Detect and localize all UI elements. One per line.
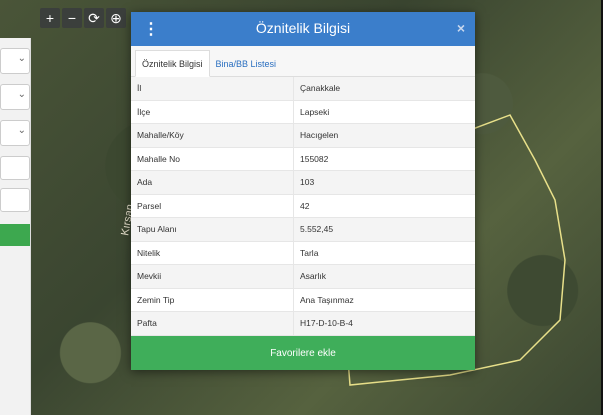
modal-tabs: Öznitelik Bilgisi Bina/BB Listesi	[131, 46, 475, 77]
province-select[interactable]: ⌄	[0, 48, 30, 74]
attribute-key: İl	[131, 77, 294, 101]
parcel-input[interactable]	[0, 188, 30, 212]
chevron-down-icon: ⌄	[17, 89, 26, 100]
close-icon[interactable]: ×	[457, 20, 465, 36]
table-row: Tapu Alanı 5.552,45	[131, 217, 475, 242]
tab-building-list[interactable]: Bina/BB Listesi	[210, 51, 283, 76]
attribute-value: 155082	[293, 147, 475, 171]
attribute-key: Mevkii	[131, 264, 294, 289]
attribute-value: 103	[293, 170, 475, 195]
chevron-down-icon: ⌄	[17, 125, 26, 136]
table-row: Mevkii Asarlık	[131, 264, 475, 289]
attribute-value: Çanakkale	[293, 77, 475, 101]
attribute-key: Zemin Tip	[131, 288, 294, 312]
tab-attributes[interactable]: Öznitelik Bilgisi	[135, 50, 210, 77]
district-select[interactable]: ⌄	[0, 84, 30, 110]
table-row: Mahalle/Köy Hacıgelen	[131, 123, 475, 148]
attribute-value: Ana Taşınmaz	[293, 288, 475, 312]
table-row: İl Çanakkale	[131, 77, 475, 101]
search-button[interactable]	[0, 224, 30, 246]
table-row: Pafta H17-D-10-B-4	[131, 311, 475, 336]
modal-header: ⋮ Öznitelik Bilgisi ×	[131, 12, 475, 46]
attribute-modal: ⋮ Öznitelik Bilgisi × Öznitelik Bilgisi …	[131, 12, 475, 370]
attribute-key: Mahalle/Köy	[131, 123, 294, 148]
table-row: Nitelik Tarla	[131, 241, 475, 265]
map-controls: + − ⟳ ⊕	[40, 8, 126, 28]
table-row: Parsel 42	[131, 194, 475, 218]
attribute-key: Nitelik	[131, 241, 294, 265]
attribute-key: İlçe	[131, 100, 294, 124]
attribute-key: Ada	[131, 170, 294, 195]
attribute-key: Mahalle No	[131, 147, 294, 171]
table-row: Ada 103	[131, 170, 475, 195]
attribute-value: Lapseki	[293, 100, 475, 124]
refresh-button[interactable]: ⟳	[84, 8, 104, 28]
attribute-value: 42	[293, 194, 475, 218]
zoom-out-button[interactable]: −	[62, 8, 82, 28]
attribute-key: Tapu Alanı	[131, 217, 294, 242]
block-input[interactable]	[0, 156, 30, 180]
neighborhood-select[interactable]: ⌄	[0, 120, 30, 146]
search-sidebar: ⌄ ⌄ ⌄	[0, 38, 31, 415]
zoom-in-button[interactable]: +	[40, 8, 60, 28]
table-row: Mahalle No 155082	[131, 147, 475, 171]
add-favorite-button[interactable]: Favorilere ekle	[131, 336, 475, 370]
table-row: İlçe Lapseki	[131, 100, 475, 124]
locate-button[interactable]: ⊕	[106, 8, 126, 28]
attribute-value: H17-D-10-B-4	[293, 311, 475, 336]
attribute-table: İl Çanakkale İlçe Lapseki Mahalle/Köy Hacıgel…	[131, 77, 475, 336]
attribute-value: Asarlık	[293, 264, 475, 289]
attribute-value: Tarla	[293, 241, 475, 265]
table-row: Zemin Tip Ana Taşınmaz	[131, 288, 475, 312]
attribute-key: Parsel	[131, 194, 294, 218]
attribute-key: Pafta	[131, 311, 294, 336]
attribute-value: 5.552,45	[293, 217, 475, 242]
modal-title: Öznitelik Bilgisi	[255, 20, 351, 36]
chevron-down-icon: ⌄	[17, 53, 26, 64]
attribute-value: Hacıgelen	[293, 123, 475, 148]
